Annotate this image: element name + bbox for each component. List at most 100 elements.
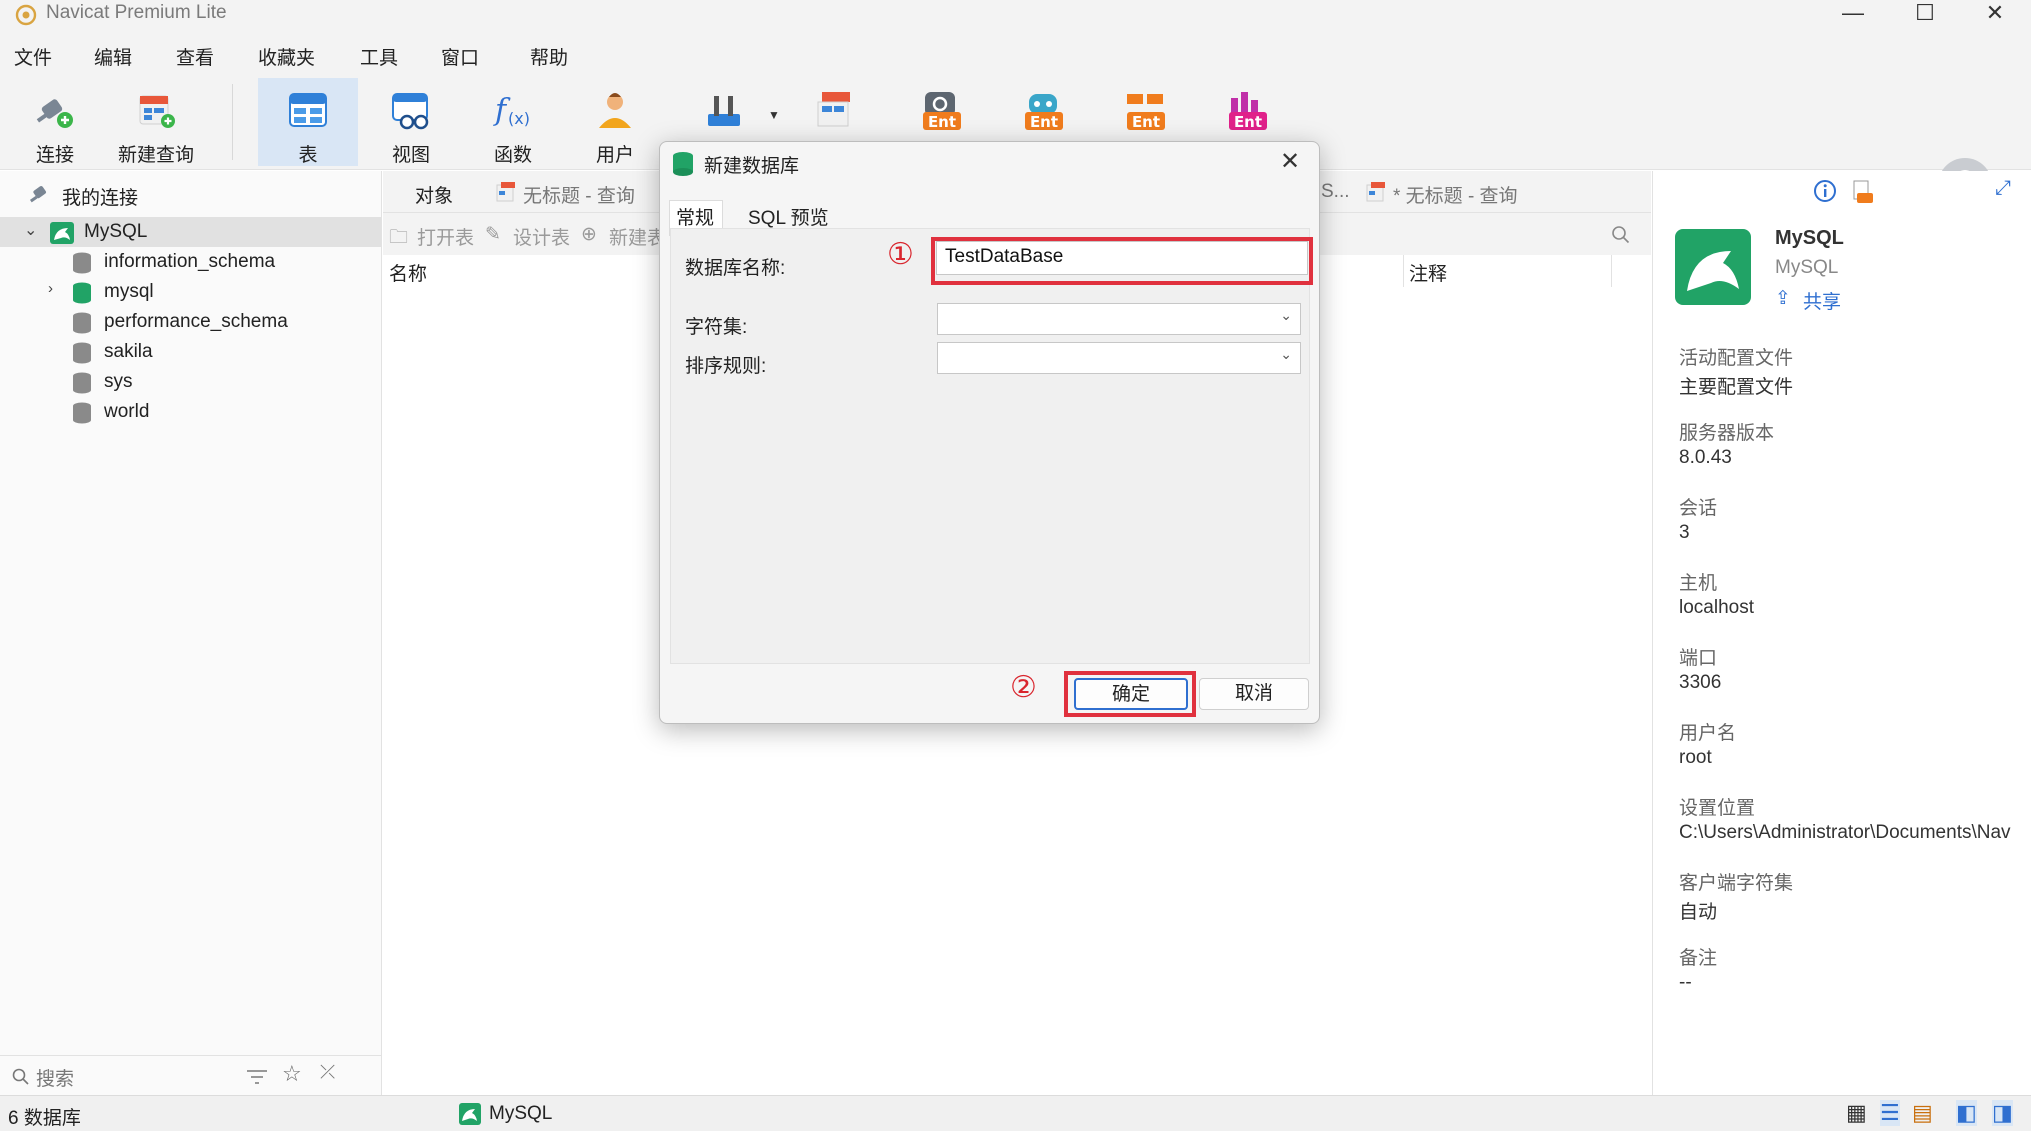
- svg-text:Ent: Ent: [1132, 113, 1160, 131]
- dialog-title: 新建数据库: [704, 156, 800, 177]
- dialog-close-button[interactable]: ✕: [1280, 147, 1300, 176]
- search-input[interactable]: 搜索: [36, 1064, 74, 1091]
- db-item[interactable]: performance_schema: [0, 307, 381, 337]
- menu-view[interactable]: 查看: [176, 43, 214, 70]
- function-button[interactable]: f (x) 函数: [463, 78, 563, 166]
- new-query-icon: [139, 95, 175, 128]
- mysql-dolphin-icon: [1675, 229, 1751, 305]
- close-window-button[interactable]: ✕: [1962, 0, 2028, 30]
- menu-favorites[interactable]: 收藏夹: [258, 43, 315, 70]
- menu-tools[interactable]: 工具: [360, 43, 398, 70]
- minimize-button[interactable]: —: [1820, 0, 1886, 30]
- tools-dropdown-arrow[interactable]: ▼: [768, 108, 780, 122]
- db-name-input[interactable]: TestDataBase: [936, 241, 1308, 275]
- status-bar: 6 数据库 MySQL ▦ ☰ ▤ ◧ ◨: [0, 1095, 2031, 1131]
- svg-text:(x): (x): [508, 109, 530, 128]
- info-icon[interactable]: [1813, 179, 1837, 203]
- db-label: sakila: [104, 341, 153, 362]
- collapse-chevron-icon[interactable]: ⌄: [24, 220, 37, 240]
- info-label: 主机: [1679, 573, 1718, 594]
- info-value: localhost: [1679, 597, 1754, 618]
- db-item[interactable]: information_schema: [0, 247, 381, 277]
- table-button[interactable]: 表: [258, 78, 358, 166]
- new-database-dialog: 新建数据库 ✕ 常规 SQL 预览 数据库名称: ① TestDataBase …: [659, 141, 1320, 724]
- db-label: mysql: [104, 281, 154, 302]
- function-label: 函数: [493, 145, 532, 166]
- step-1-marker: ①: [887, 238, 914, 271]
- column-divider: [1403, 255, 1404, 287]
- ok-button[interactable]: 确定: [1074, 678, 1188, 710]
- expand-chevron-icon[interactable]: ›: [48, 280, 53, 297]
- connection-type: MySQL: [1775, 257, 1839, 278]
- my-connections-header[interactable]: 我的连接: [0, 179, 381, 209]
- db-label: information_schema: [104, 251, 276, 272]
- window-title: Navicat Premium Lite: [46, 2, 227, 23]
- navigation-pane: 我的连接 ⌄ MySQL information_schema › mysql …: [0, 171, 382, 1095]
- connection-mysql[interactable]: ⌄ MySQL: [0, 217, 381, 247]
- chart-ent-icon: Ent: [1229, 92, 1267, 131]
- mysql-dolphin-icon: [50, 222, 74, 244]
- navicat-logo-icon: [15, 4, 37, 26]
- grid-view-icon[interactable]: ▦: [1846, 1100, 1867, 1126]
- share-icon: ⇪: [1775, 288, 1791, 309]
- column-header-name[interactable]: 名称: [389, 259, 427, 286]
- db-item[interactable]: sakila: [0, 337, 381, 367]
- db-item[interactable]: › mysql: [0, 277, 381, 307]
- filter-icon[interactable]: [246, 1068, 268, 1086]
- star-icon[interactable]: ☆: [282, 1061, 302, 1087]
- user-button[interactable]: 用户: [565, 78, 665, 166]
- connection-name: MySQL: [1775, 227, 1844, 249]
- svg-text:Ent: Ent: [1234, 113, 1262, 131]
- tab-partial[interactable]: S...: [1321, 181, 1350, 203]
- query-tab-icon: [496, 182, 515, 202]
- new-query-button[interactable]: 新建查询: [106, 78, 206, 166]
- view-button[interactable]: 视图: [361, 78, 461, 166]
- info-value: 主要配置文件: [1679, 377, 1794, 398]
- connections-plug-icon: [29, 186, 46, 203]
- info-value: 自动: [1679, 902, 1718, 923]
- info-label: 会话: [1679, 498, 1718, 519]
- step-2-marker: ②: [1010, 671, 1037, 704]
- tools-icon: [708, 96, 740, 126]
- user-icon: [599, 93, 631, 128]
- toggle-nav-pane-icon[interactable]: ◧: [1956, 1100, 1977, 1126]
- info-label: 活动配置文件: [1679, 348, 1794, 369]
- automation-ent-icon: Ent: [923, 92, 961, 131]
- tab-untitled-query[interactable]: 无标题 - 查询: [523, 181, 635, 208]
- list-view-icon[interactable]: ☰: [1880, 1100, 1900, 1126]
- design-table-button[interactable]: 设计表: [513, 223, 570, 250]
- menu-window[interactable]: 窗口: [441, 43, 479, 70]
- open-table-button[interactable]: 打开表: [417, 223, 474, 250]
- collapse-all-icon[interactable]: ⤫: [320, 1062, 335, 1084]
- detail-view-icon[interactable]: ▤: [1912, 1100, 1933, 1126]
- backup-icon: [817, 92, 850, 127]
- menu-edit[interactable]: 编辑: [94, 43, 132, 70]
- tab-untitled-query-modified[interactable]: * 无标题 - 查询: [1393, 181, 1518, 208]
- share-link[interactable]: 共享: [1803, 287, 1841, 314]
- table-label: 表: [298, 145, 318, 166]
- new-table-button[interactable]: 新建表: [609, 223, 666, 250]
- tab-objects[interactable]: 对象: [415, 181, 453, 208]
- db-item[interactable]: world: [0, 397, 381, 427]
- cancel-button[interactable]: 取消: [1199, 678, 1309, 710]
- info-pane: ⤢ MySQL MySQL ⇪ 共享 活动配置文件 主要配置文件 服务器版本 8…: [1652, 171, 2031, 1095]
- search-icon[interactable]: [1611, 225, 1631, 245]
- info-label: 用户名: [1679, 723, 1737, 744]
- plus-circle-icon: ⊕: [581, 224, 597, 245]
- query-tab-icon: [1366, 182, 1385, 202]
- expand-pane-icon[interactable]: ⤢: [1995, 177, 2011, 200]
- maximize-button[interactable]: ☐: [1892, 0, 1958, 30]
- menu-file[interactable]: 文件: [14, 43, 52, 70]
- connect-button[interactable]: 连接: [5, 78, 105, 166]
- collation-select[interactable]: ⌄: [937, 342, 1301, 374]
- charset-select[interactable]: ⌄: [937, 303, 1301, 335]
- chevron-down-icon: ⌄: [1280, 307, 1292, 323]
- svg-text:Ent: Ent: [1030, 113, 1058, 131]
- db-item[interactable]: sys: [0, 367, 381, 397]
- menu-help[interactable]: 帮助: [530, 43, 568, 70]
- view-icon: [392, 93, 429, 130]
- column-header-comment[interactable]: 注释: [1409, 259, 1447, 286]
- ddl-ent-icon[interactable]: [1851, 179, 1875, 205]
- toggle-info-pane-icon[interactable]: ◨: [1992, 1100, 2013, 1126]
- database-count: 6 数据库: [8, 1108, 81, 1129]
